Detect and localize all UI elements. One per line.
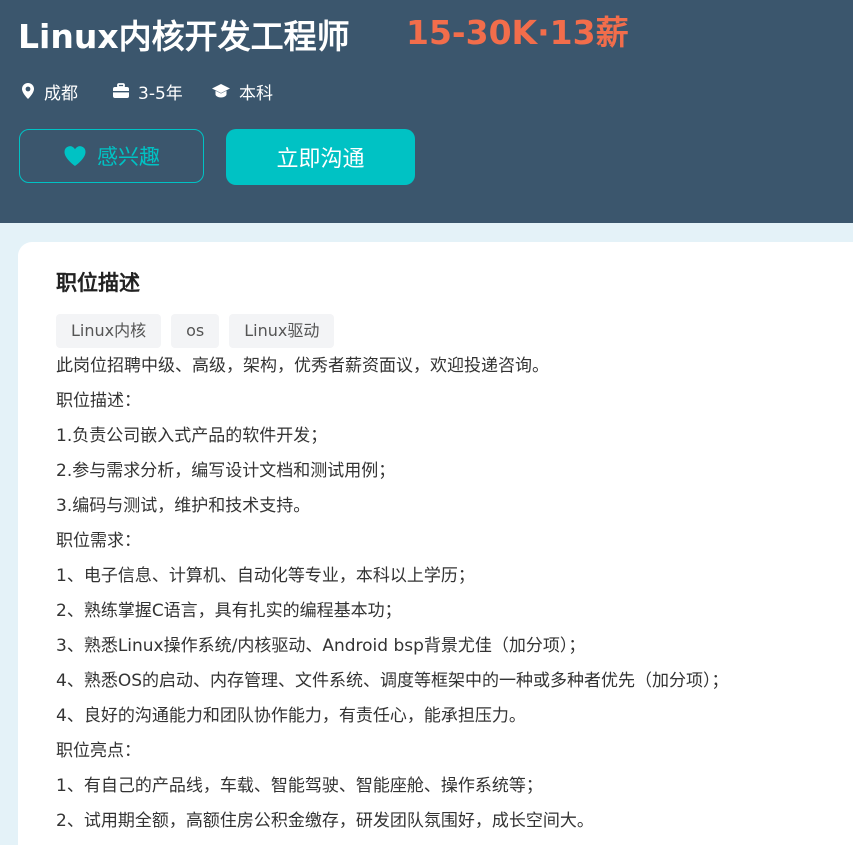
job-city: 成都 [20,78,78,104]
job-education: 本科 [211,78,273,104]
description-line: 1、电子信息、计算机、自动化等专业，本科以上学历； [56,566,475,586]
description-line: 职位需求： [56,531,141,551]
job-experience: 3-5年 [112,78,183,104]
description-line: 3.编码与测试，维护和技术支持。 [56,496,311,516]
description-line: 3、熟悉Linux操作系统/内核驱动、Android bsp背景尤佳（加分项）； [56,636,586,656]
job-experience-text: 3-5年 [138,83,183,104]
description-line: 2、熟练掌握C语言，具有扎实的编程基本功； [56,601,402,621]
skill-tag: os [171,314,220,348]
description-line: 4、良好的沟通能力和团队协作能力，有责任心，能承担压力。 [56,706,526,726]
description-line: 4、熟悉OS的启动、内存管理、文件系统、调度等框架中的一种或多种者优先（加分项）… [56,671,729,691]
chat-now-button-label: 立即沟通 [276,147,365,172]
salary: 15-30K·13薪 [406,13,629,52]
description-line: 2、试用期全额，高额住房公积金缴存，研发团队氛围好，成长空间大。 [56,811,594,831]
skill-tags: Linux内核 os Linux驱动 [56,314,344,348]
heart-icon [64,146,86,166]
job-description-card: 职位描述 Linux内核 os Linux驱动 此岗位招聘中级、高级，架构，优秀… [18,242,853,845]
graduation-cap-icon [212,84,230,98]
description-line: 2.参与需求分析，编写设计文档和测试用例； [56,461,396,481]
chat-now-button[interactable]: 立即沟通 [226,129,415,185]
description-line: 职位描述： [56,391,141,411]
job-description-text: 此岗位招聘中级、高级，架构，优秀者薪资面议，欢迎投递咨询。 职位描述： 1.负责… [56,349,729,839]
briefcase-icon [113,83,129,98]
skill-tag: Linux内核 [56,314,162,348]
job-header: Linux内核开发工程师 15-30K·13薪 成都 3-5年 本科 感兴趣 立… [0,0,853,223]
description-line: 1.负责公司嵌入式产品的软件开发； [56,426,328,446]
description-line: 此岗位招聘中级、高级，架构，优秀者薪资面议，欢迎投递咨询。 [56,356,549,376]
section-title: 职位描述 [56,271,140,295]
location-pin-icon [22,83,34,99]
interest-button-label: 感兴趣 [97,145,160,169]
description-line: 职位亮点： [56,741,141,761]
description-line: 1、有自己的产品线，车载、智能驾驶、智能座舱、操作系统等； [56,776,543,796]
job-city-text: 成都 [44,83,78,104]
interest-button[interactable]: 感兴趣 [19,129,204,183]
job-title: Linux内核开发工程师 [18,17,350,56]
job-education-text: 本科 [239,83,273,104]
skill-tag: Linux驱动 [229,314,335,348]
